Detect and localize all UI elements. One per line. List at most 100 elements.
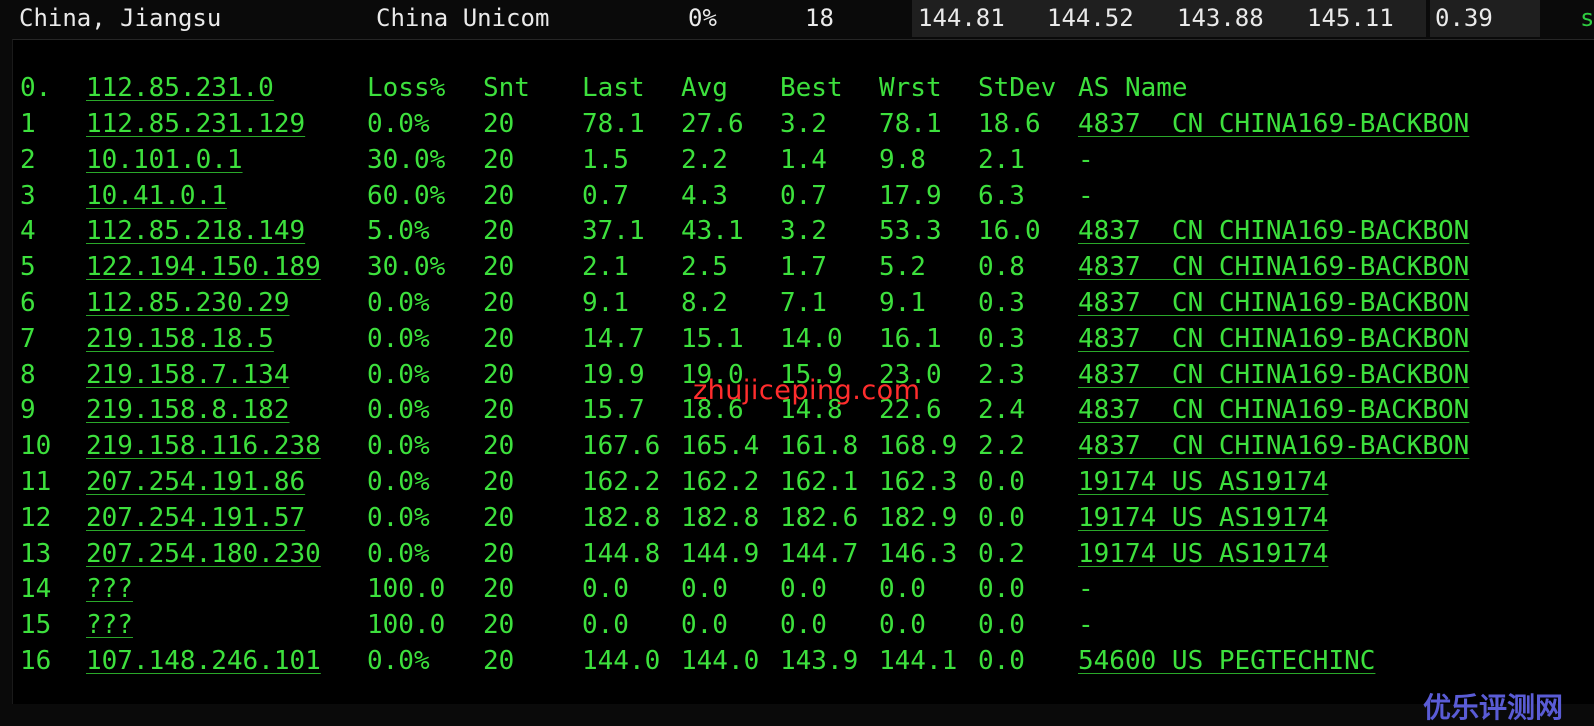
hop-snt: 20	[483, 180, 515, 211]
hop-ip-link[interactable]: 219.158.7.134	[86, 357, 290, 393]
hop-stdev: 16.0	[978, 216, 1041, 247]
hop-last: 2.1	[582, 252, 629, 283]
hop-stdev: 6.3	[978, 180, 1025, 211]
hop-wrst: 182.9	[879, 502, 958, 533]
hop-row: 4 112.85.218.149 5.0% 20 37.1 43.1 3.2 53.3 16.0…	[13, 213, 1594, 249]
hop-wrst: 16.1	[879, 323, 942, 354]
hop-as-name[interactable]: 19174 US AS19174	[1078, 500, 1328, 536]
hop-stdev: 0.3	[978, 288, 1025, 318]
hop-number: 12	[20, 502, 52, 533]
hop-avg: 27.6	[681, 109, 744, 139]
hop-best: 0.0	[780, 610, 827, 641]
summary-value-4: 145.11	[1307, 4, 1394, 32]
hop-as-name[interactable]: 4837 CN CHINA169-BACKBON	[1078, 357, 1469, 393]
hop-as-name[interactable]: 4837 CN CHINA169-BACKBON	[1078, 428, 1469, 464]
hop-wrst: 9.1	[879, 288, 926, 318]
summary-value-5: 0.39	[1435, 4, 1493, 32]
hop-last: 19.9	[582, 359, 645, 390]
hop-snt: 20	[483, 431, 515, 462]
summary-value-2: 144.52	[1047, 4, 1134, 32]
hop-row: 15??? 100.0 20 0.0 0.0 0.0 0.0 0.0 -	[13, 607, 1594, 643]
hop-ip-link[interactable]: 219.158.8.182	[86, 392, 290, 428]
hop-stdev: 0.0	[978, 467, 1025, 497]
header-snt: Snt	[483, 73, 530, 103]
hop-loss: 0.0%	[367, 359, 430, 390]
hop-ip-link[interactable]: 122.194.150.189	[86, 249, 321, 285]
hop-stdev: 0.0	[978, 610, 1025, 641]
hop-ip-link[interactable]: 107.148.246.101	[86, 643, 321, 679]
hop-avg: 0.0	[681, 574, 728, 605]
hop-best: 0.7	[780, 180, 827, 211]
hop-as-name[interactable]: 4837 CN CHINA169-BACKBON	[1078, 106, 1469, 142]
hop-best: 1.7	[780, 252, 827, 283]
hop-number: 8	[20, 359, 36, 390]
hop-last: 0.0	[582, 574, 629, 605]
hop-avg: 144.0	[681, 646, 760, 676]
hop-ip-link[interactable]: 112.85.230.29	[86, 285, 290, 321]
hop-number: 15	[20, 610, 52, 641]
hop-last: 0.7	[582, 180, 629, 211]
hop-loss: 60.0%	[367, 180, 446, 211]
header-target-link[interactable]: 112.85.231.0	[86, 70, 274, 106]
hop-stdev: 0.0	[978, 574, 1025, 605]
hop-ip-link[interactable]: 10.101.0.1	[86, 142, 243, 178]
hop-avg: 2.5	[681, 252, 728, 283]
hop-number: 14	[20, 574, 52, 605]
summary-location: China, Jiangsu	[19, 4, 222, 32]
hop-loss: 0.0%	[367, 538, 430, 569]
hop-loss: 100.0	[367, 610, 446, 641]
hop-as-name[interactable]: 4837 CN CHINA169-BACKBON	[1078, 213, 1469, 249]
hop-row: 2 10.101.0.1 30.0% 20 1.5 2.2 1.4 9.8 2.1 -	[13, 142, 1594, 178]
hop-as-name[interactable]: 4837 CN CHINA169-BACKBON	[1078, 321, 1469, 357]
hop-avg: 2.2	[681, 144, 728, 175]
hop-ip-link[interactable]: 112.85.218.149	[86, 213, 305, 249]
header-row: 0. 112.85.231.0 Loss% Snt Last Avg Best …	[13, 70, 1594, 106]
hop-ip-link[interactable]: 112.85.231.129	[86, 106, 305, 142]
hop-loss: 30.0%	[367, 144, 446, 175]
hop-stdev: 0.8	[978, 252, 1025, 283]
hop-last: 9.1	[582, 288, 629, 318]
hop-stdev: 0.0	[978, 646, 1025, 676]
hop-ip-link[interactable]: 207.254.191.57	[86, 500, 305, 536]
hop-avg: 144.9	[681, 538, 760, 569]
hop-ip-link[interactable]: 219.158.18.5	[86, 321, 274, 357]
hop-avg: 165.4	[681, 431, 760, 462]
hop-best: 161.8	[780, 431, 859, 462]
hop-row: 1 112.85.231.129 0.0% 20 78.1 27.6 3.2 78.1 18.6…	[13, 106, 1594, 142]
hop-last: 78.1	[582, 109, 645, 139]
hop-snt: 20	[483, 502, 515, 533]
hop-ip-link[interactable]: 219.158.116.238	[86, 428, 321, 464]
hop-ip-link[interactable]: ???	[86, 571, 133, 607]
hop-as-name[interactable]: 4837 CN CHINA169-BACKBON	[1078, 392, 1469, 428]
hop-ip-link[interactable]: ???	[86, 607, 133, 643]
hop-ip-link[interactable]: 207.254.191.86	[86, 464, 305, 500]
hop-row: 16 107.148.246.101 0.0% 20 144.0 144.0 143.9 14…	[13, 643, 1594, 679]
hop-avg: 43.1	[681, 216, 744, 247]
hop-as-name[interactable]: 54600 US PEGTECHINC	[1078, 643, 1375, 679]
hop-as-name: -	[1078, 144, 1094, 175]
hop-wrst: 78.1	[879, 109, 942, 139]
hop-avg: 15.1	[681, 323, 744, 354]
hop-loss: 0.0%	[367, 395, 430, 426]
hop-snt: 20	[483, 323, 515, 354]
hop-stdev: 2.3	[978, 359, 1025, 390]
hop-row: 11 207.254.191.86 0.0% 20 162.2 162.2 162.1 162…	[13, 464, 1594, 500]
hop-stdev: 0.2	[978, 538, 1025, 569]
hop-loss: 0.0%	[367, 431, 430, 462]
hop-number: 13	[20, 538, 52, 569]
summary-isp: China Unicom	[376, 4, 550, 32]
hop-as-name[interactable]: 19174 US AS19174	[1078, 464, 1328, 500]
hop-loss: 0.0%	[367, 109, 430, 139]
hop-ip-link[interactable]: 207.254.180.230	[86, 536, 321, 572]
hop-best: 3.2	[780, 216, 827, 247]
hop-number: 10	[20, 431, 52, 462]
hop-as-name[interactable]: 4837 CN CHINA169-BACKBON	[1078, 249, 1469, 285]
hop-as-name[interactable]: 4837 CN CHINA169-BACKBON	[1078, 285, 1469, 321]
hop-best: 1.4	[780, 144, 827, 175]
hop-as-name: -	[1078, 180, 1094, 211]
hop-ip-link[interactable]: 10.41.0.1	[86, 178, 227, 214]
hop-wrst: 5.2	[879, 252, 926, 283]
hop-last: 0.0	[582, 610, 629, 641]
hop-wrst: 144.1	[879, 646, 958, 676]
hop-as-name[interactable]: 19174 US AS19174	[1078, 536, 1328, 572]
